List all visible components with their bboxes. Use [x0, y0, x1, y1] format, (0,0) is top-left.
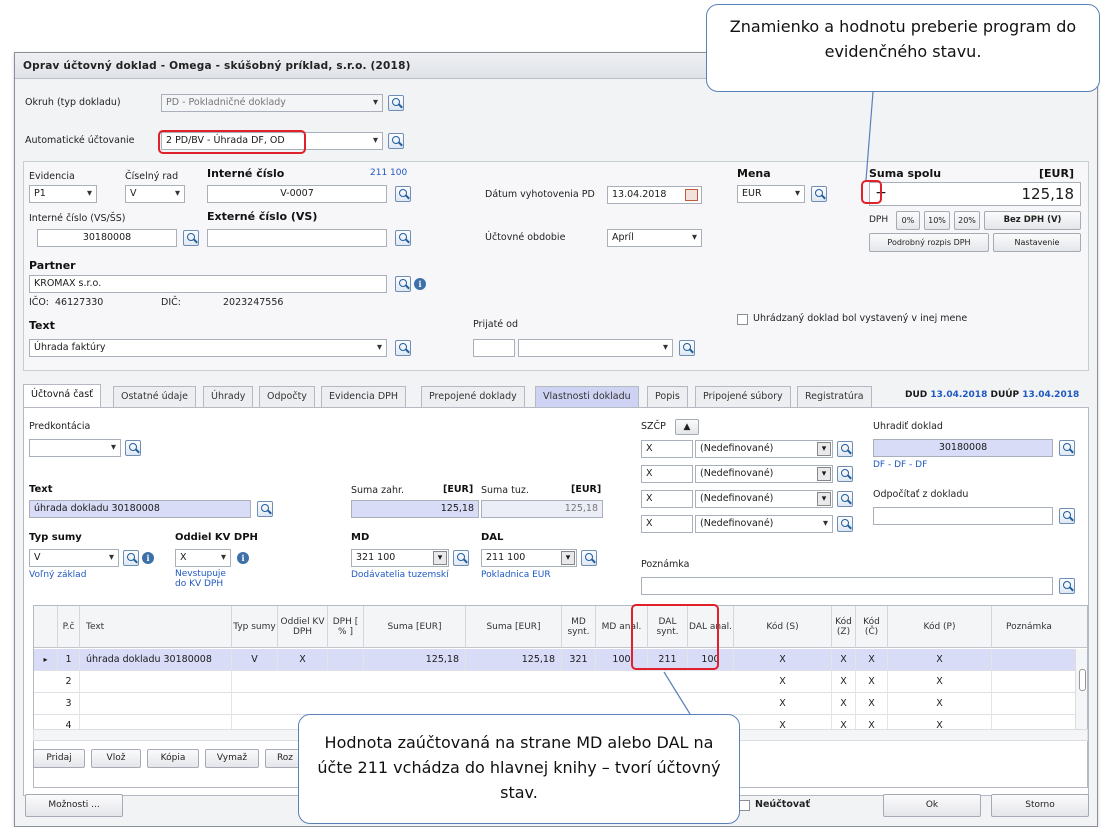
callout-bottom: Hodnota zaúčtovaná na strane MD alebo DA…	[298, 714, 740, 824]
callout-top: Znamienko a hodnotu preberie program do …	[706, 4, 1100, 92]
arrow-to-sign	[865, 91, 874, 181]
callout-arrows	[663, 91, 874, 715]
arrow-to-dal	[663, 671, 691, 715]
